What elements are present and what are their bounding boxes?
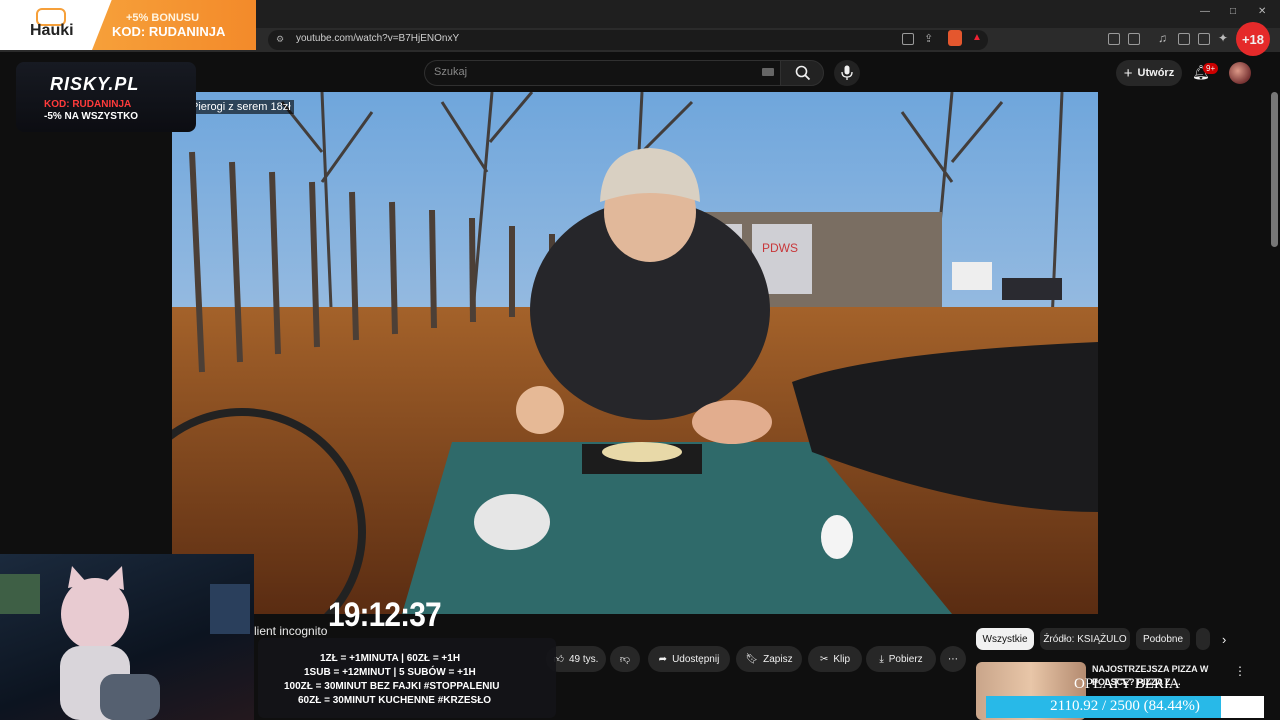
recommendation-title-line1[interactable]: NAJOSTRZEJSZA PIZZA W (1092, 664, 1208, 674)
search-icon (795, 65, 811, 81)
save-label: Zapisz (763, 653, 793, 665)
url-text[interactable]: youtube.com/watch?v=B7HjENOnxY (296, 33, 459, 44)
wallet-icon[interactable] (1198, 33, 1210, 45)
share-icon: ➦ (658, 653, 668, 665)
maximize-icon[interactable]: □ (1230, 6, 1236, 17)
avatar[interactable] (1229, 62, 1251, 84)
kebab-menu-icon[interactable]: ⋮ (1234, 664, 1246, 678)
create-button[interactable]: + Utwórz (1116, 60, 1182, 86)
risky-code-text: KOD: RUDANINJA (44, 99, 132, 110)
search-button[interactable] (780, 60, 824, 86)
ai-assistant-icon[interactable]: ✦ (1218, 31, 1228, 45)
hauki-logo: Hauki (30, 22, 74, 39)
download-button[interactable]: ⤓ Pobierz (866, 646, 936, 672)
streamer-webcam (0, 554, 254, 720)
stream-clock: 19:12:37 (328, 596, 442, 634)
chip-similar[interactable]: Podobne (1136, 628, 1190, 650)
extensions-icon[interactable] (1108, 33, 1120, 45)
plus-icon: + (1123, 64, 1133, 82)
share-button[interactable]: ➦ Udostępnij (648, 646, 730, 672)
close-icon[interactable]: ✕ (1258, 6, 1266, 17)
screenshot-icon[interactable] (1128, 33, 1140, 45)
download-icon: ⤓ (879, 653, 884, 665)
brave-shield-icon[interactable] (948, 30, 962, 46)
clip-button[interactable]: ✂ Klip (808, 646, 862, 672)
rule-line: 100ZŁ = 30MINUT BEZ FAJKI #STOPPALENIU (284, 681, 500, 692)
create-label: Utwórz (1137, 67, 1175, 79)
clip-label: Klip (833, 653, 851, 665)
save-button[interactable]: 🔖︎ Zapisz (736, 646, 802, 672)
site-settings-icon[interactable]: ⚙ (276, 34, 284, 45)
page-scrollbar[interactable] (1271, 92, 1278, 247)
voice-search-button[interactable] (834, 60, 860, 86)
share-page-icon[interactable]: ⇪ (924, 32, 933, 45)
scissors-icon: ✂ (819, 653, 829, 665)
media-icon[interactable]: ♫ (1158, 31, 1167, 45)
video-caption: Pierogi z serem 18zł (188, 100, 294, 114)
search-input[interactable] (424, 60, 780, 86)
search-placeholder: Szukaj (434, 66, 468, 78)
chevron-right-icon[interactable]: › (1222, 632, 1226, 647)
like-count: 49 tys. (568, 653, 599, 665)
rewards-icon[interactable]: ▲ (972, 32, 982, 43)
client-text: lient incognito (254, 624, 328, 638)
more-actions-button[interactable]: ⋯ (940, 646, 966, 672)
risky-logo: RISKY.PL (50, 74, 140, 94)
more-icon: ⋯ (948, 653, 958, 665)
chip-partial[interactable] (1196, 628, 1210, 650)
chip-source[interactable]: Źródło: KSIĄŻULO (1040, 628, 1130, 650)
video-player[interactable]: PDWS PDWS (172, 92, 1098, 614)
screen-cast-icon[interactable] (902, 33, 914, 45)
opaty-overlay-text: OPŁATY BERIA (1074, 676, 1180, 692)
chip-all[interactable]: Wszystkie (976, 628, 1034, 650)
keyboard-icon[interactable] (762, 68, 774, 76)
svg-text:PDWS: PDWS (762, 241, 798, 255)
bookmark-icon: 🔖︎ (745, 653, 759, 665)
thumbs-down-icon: 👎︎ (619, 654, 631, 665)
age-badge: +18 (1236, 22, 1270, 56)
hauki-bonus-text: +5% BONUSU (126, 12, 200, 24)
rule-line: 1SUB = +12MINUT | 5 SUBÓW = +1H (304, 667, 476, 678)
download-label: Pobierz (888, 653, 923, 665)
minimize-icon[interactable]: ― (1200, 6, 1210, 17)
sidebar-icon[interactable] (1178, 33, 1190, 45)
microphone-icon (841, 65, 853, 80)
webcam-frame (0, 566, 250, 720)
hauki-code-text: KOD: RUDANINJA (112, 24, 226, 39)
share-label: Udostępnij (672, 653, 720, 665)
dislike-button[interactable]: 👎︎ (610, 646, 640, 672)
rule-line: 60ZŁ = 30MINUT KUCHENNE #KRZESŁO (298, 695, 492, 706)
stream-rules-box (258, 638, 556, 718)
rule-line: 1ZŁ = +1MINUTA | 60ZŁ = +1H (320, 653, 461, 664)
goal-progress-text: 2110.92 / 2500 (84.44%) (1050, 698, 1200, 714)
notification-badge: 9+ (1203, 63, 1219, 74)
video-frame: PDWS PDWS (172, 92, 1098, 614)
risky-discount-text: -5% NA WSZYSTKO (44, 111, 139, 122)
